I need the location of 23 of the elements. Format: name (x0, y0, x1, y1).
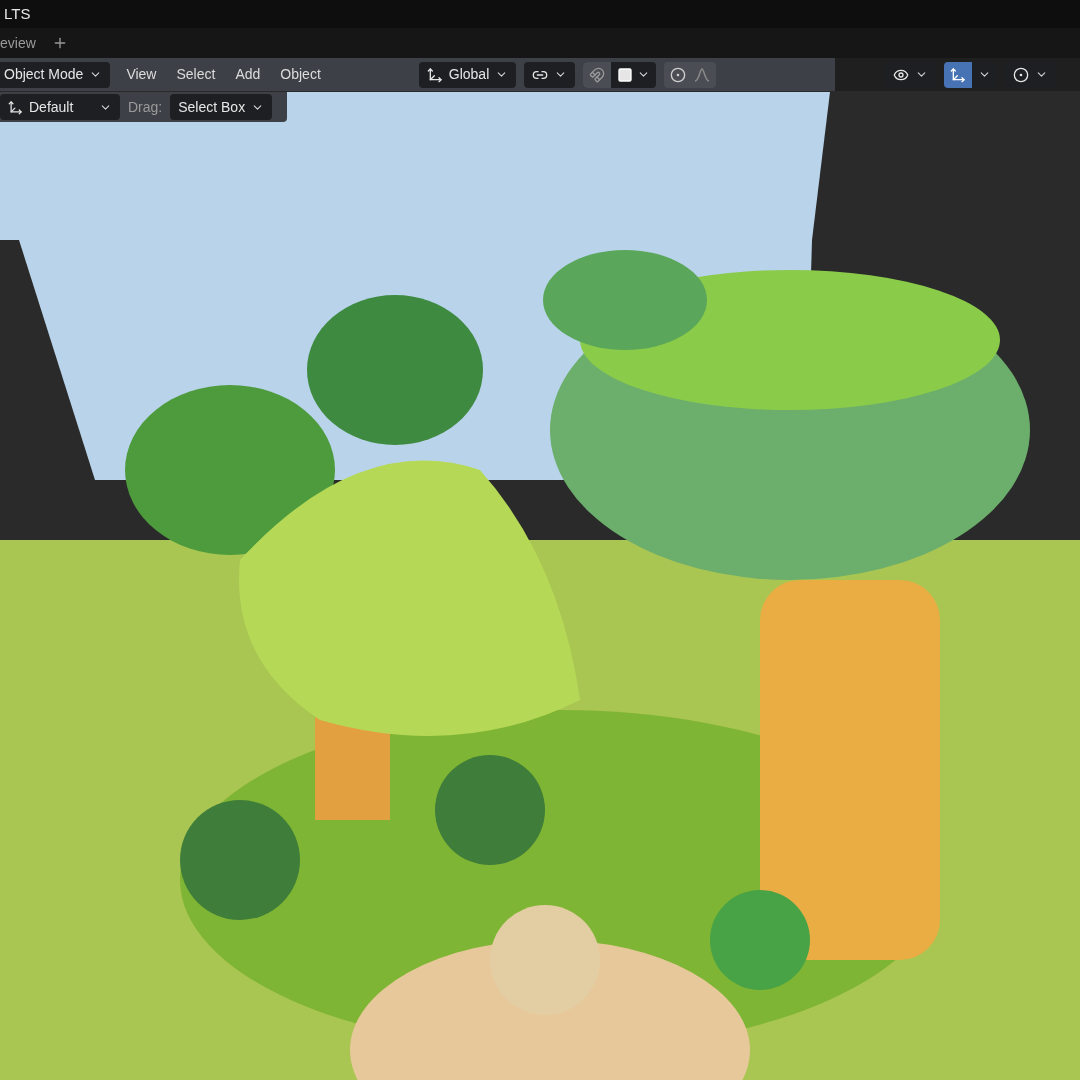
axes-icon (426, 66, 443, 83)
orientation-dropdown[interactable]: Default (0, 94, 120, 120)
overlay-icon (1013, 66, 1029, 83)
menu-item[interactable]: Select (168, 64, 224, 85)
menu-item[interactable]: Object (272, 64, 329, 85)
falloff-curve-icon (694, 67, 711, 82)
menu-item[interactable]: Add (227, 64, 269, 85)
workspace-tab[interactable]: eview (0, 28, 36, 58)
gizmo-icon (950, 66, 966, 83)
proportional-edit-icon (670, 66, 687, 83)
window-title: LTS (4, 3, 31, 24)
transform-icon (8, 99, 23, 115)
magnet-icon (589, 66, 606, 83)
snap-toggle[interactable] (583, 61, 612, 88)
orientation-dropdown[interactable]: Global (418, 61, 517, 88)
drag-dropdown[interactable]: Select Box (170, 94, 273, 120)
drag-label: Drag: (128, 97, 163, 117)
menu-item[interactable]: View (118, 64, 165, 85)
proportional-edit-toggle[interactable] (664, 61, 717, 88)
pivot-dropdown[interactable] (524, 61, 576, 88)
square-icon (617, 66, 634, 83)
mode-dropdown[interactable]: Object Mode (0, 61, 111, 88)
gizmo-toggle[interactable] (944, 61, 972, 88)
